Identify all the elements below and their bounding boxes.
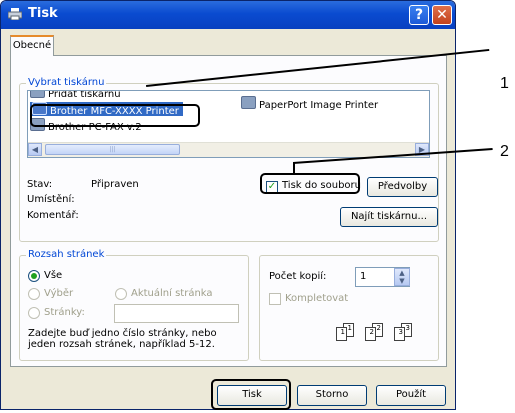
page-range-hint: Zadejte buď jedno číslo stránky, nebo je… <box>28 328 217 350</box>
horizontal-scrollbar[interactable]: ◀ ||| ▶ <box>28 142 429 157</box>
collate-pages-icon: 22 <box>365 323 385 341</box>
print-button[interactable]: Tisk <box>217 385 287 406</box>
location-label: Umístění: <box>27 194 75 205</box>
comment-label: Komentář: <box>27 210 79 221</box>
title-bar: Tisk ? ✕ <box>1 1 455 29</box>
callout-number-2: 2 <box>500 143 509 160</box>
callout-line-2-stem <box>293 162 295 174</box>
select-printer-legend: Vybrat tiskárnu <box>26 77 107 88</box>
radio-current-page-label[interactable]: Aktuální stránka <box>131 288 213 299</box>
help-button[interactable]: ? <box>409 5 429 25</box>
collate-label[interactable]: Kompletovat <box>285 293 348 304</box>
printer-icon <box>8 8 22 20</box>
radio-all-label[interactable]: Vše <box>44 270 62 281</box>
radio-pages-label[interactable]: Stránky: <box>44 307 85 318</box>
preferences-button[interactable]: Předvolby <box>367 177 438 197</box>
radio-all[interactable] <box>28 270 40 282</box>
close-button[interactable]: ✕ <box>432 5 452 25</box>
printer-icon <box>241 96 256 109</box>
pages-input[interactable] <box>114 304 239 323</box>
radio-current-page[interactable] <box>115 288 127 300</box>
apply-button[interactable]: Použít <box>376 385 446 406</box>
radio-pages[interactable] <box>28 307 40 319</box>
copies-count-label: Počet kopií: <box>269 271 327 282</box>
window-title: Tisk <box>28 6 58 21</box>
copies-spinner[interactable]: ▲ ▼ <box>394 268 410 286</box>
collate-pages-icon: 33 <box>394 323 414 341</box>
add-printer-icon <box>30 91 45 98</box>
printer-item-paperport[interactable]: PaperPort Image Printer <box>241 96 378 111</box>
scroll-thumb[interactable]: ||| <box>45 144 180 155</box>
collate-pages-icon: 11 <box>336 323 356 341</box>
radio-selection[interactable] <box>28 288 40 300</box>
print-to-file-label[interactable]: Tisk do souboru <box>282 180 361 191</box>
status-label: Stav: <box>27 179 53 190</box>
print-to-file-checkbox[interactable]: ✓ <box>266 181 278 193</box>
printer-item-add[interactable]: Přidat tiskárnu <box>30 91 121 100</box>
tab-general[interactable]: Obecné <box>10 35 54 56</box>
printer-item-brother-mfc[interactable]: Brother MFC-XXXX Printer <box>30 102 183 117</box>
scroll-left-button[interactable]: ◀ <box>28 143 42 156</box>
printer-item-brother-pcfax[interactable]: Brother PC-FAX v.2 <box>30 118 142 133</box>
status-value: Připraven <box>91 179 139 190</box>
printer-icon <box>32 102 47 115</box>
radio-selection-label[interactable]: Výběr <box>44 288 73 299</box>
printer-list[interactable]: Přidat tiskárnu Brother MFC-XXXX Printer… <box>27 90 430 158</box>
fax-icon <box>30 118 45 131</box>
find-printer-button[interactable]: Najít tiskárnu... <box>340 207 438 227</box>
collate-checkbox[interactable] <box>269 293 281 305</box>
callout-number-1: 1 <box>500 75 509 92</box>
page-range-legend: Rozsah stránek <box>26 249 107 260</box>
cancel-button[interactable]: Storno <box>297 385 367 406</box>
question-icon: ? <box>414 7 424 23</box>
close-icon: ✕ <box>436 7 448 23</box>
